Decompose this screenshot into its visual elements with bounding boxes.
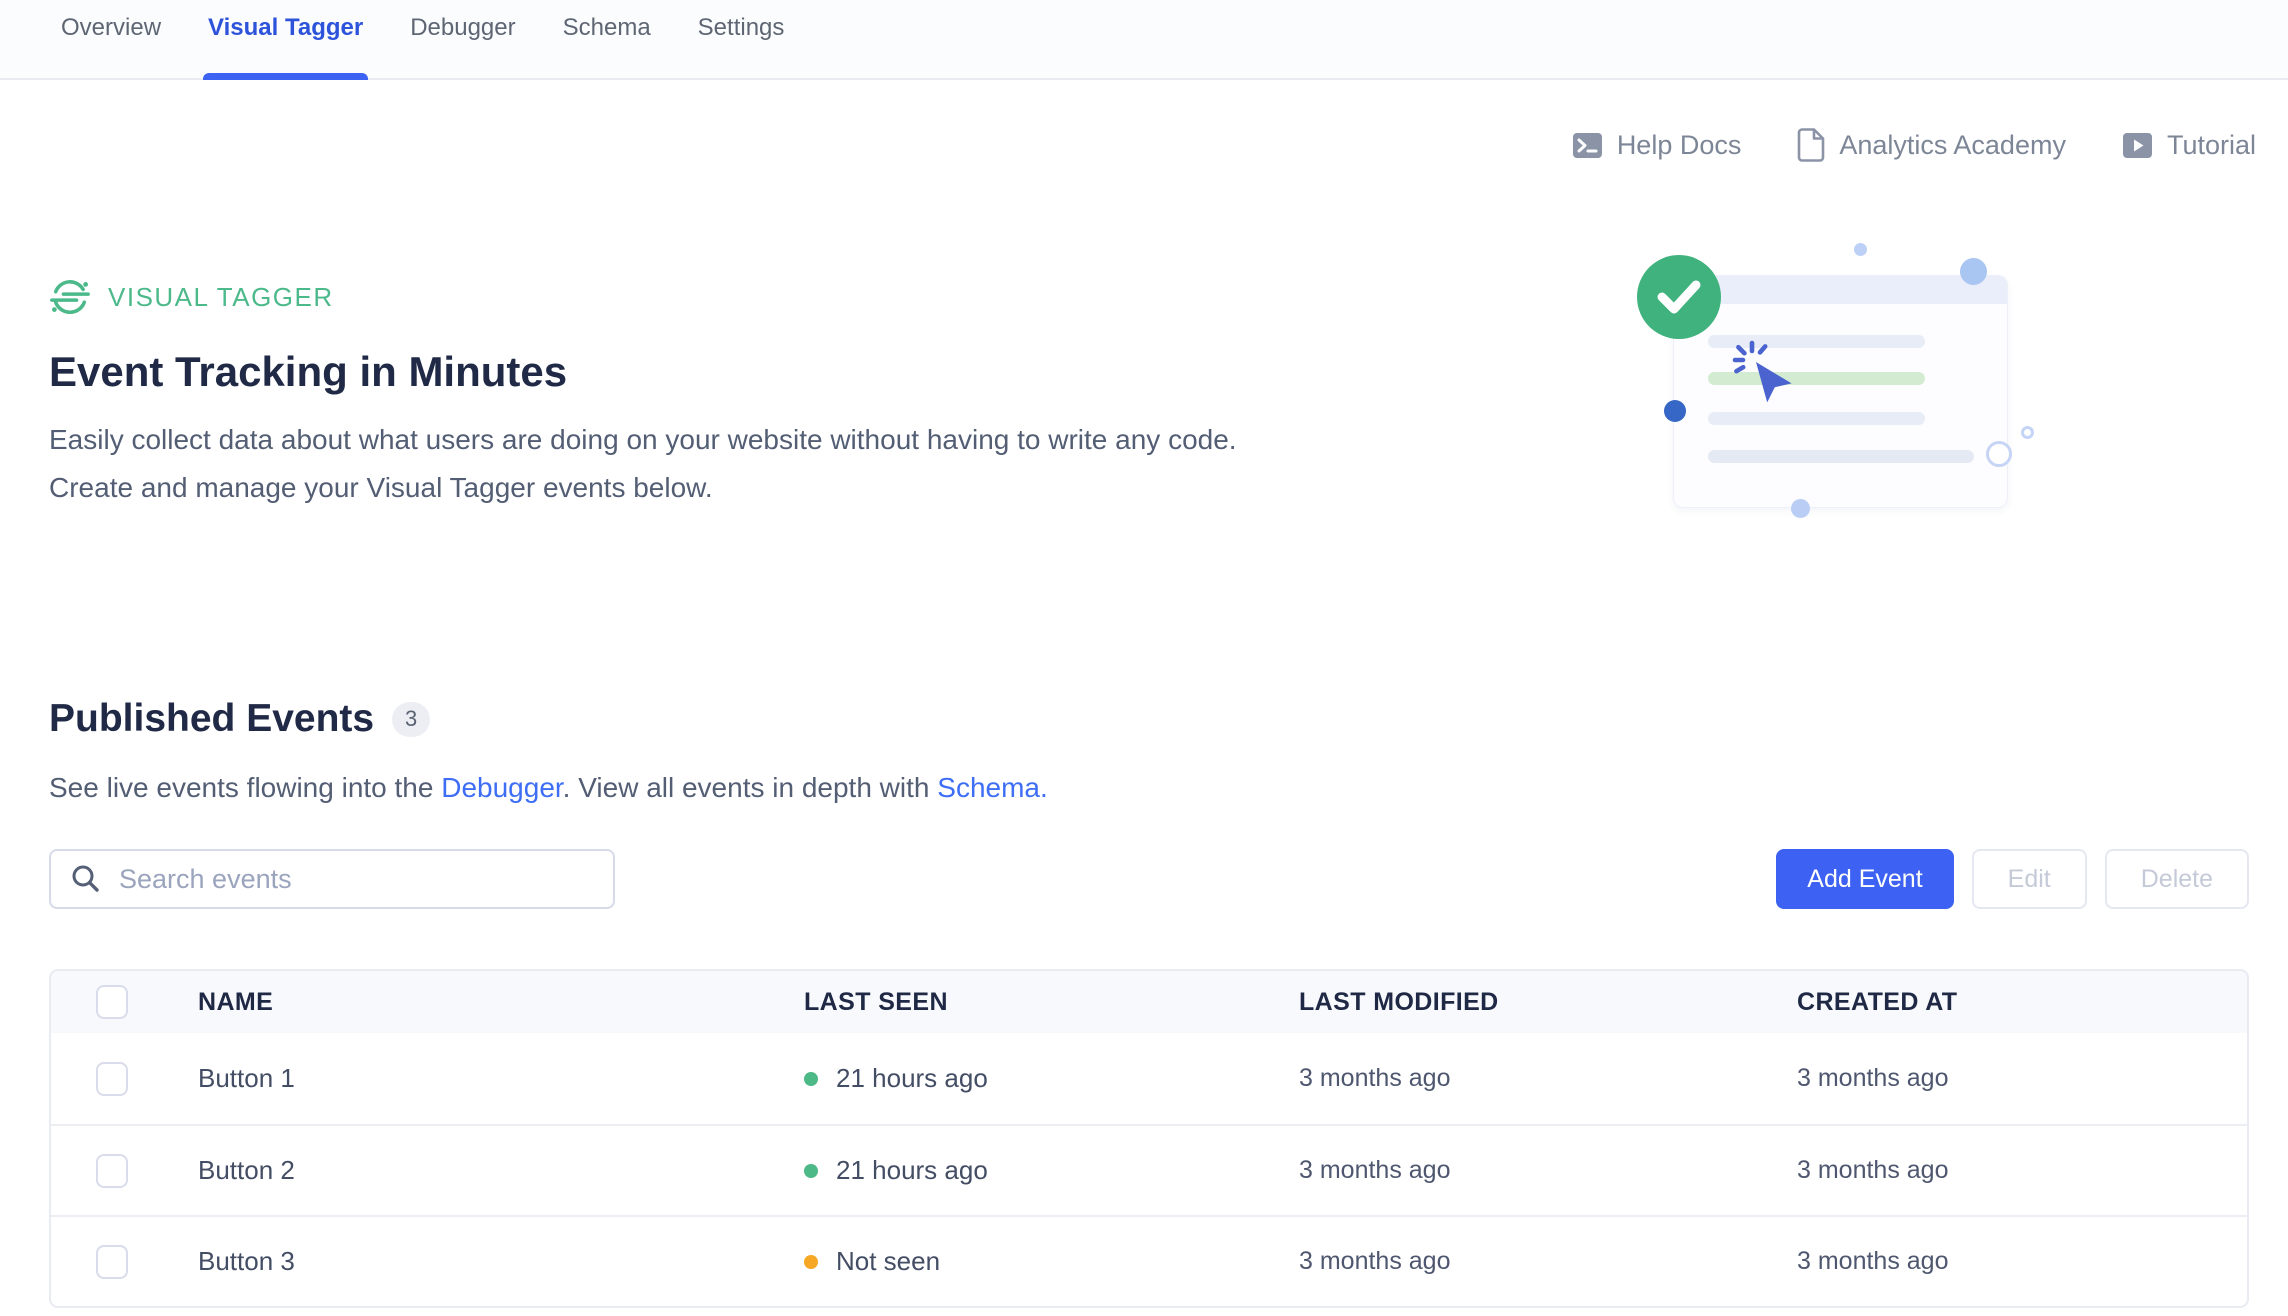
last-modified-value: 3 months ago [1299,1064,1797,1093]
search-box[interactable] [49,849,615,909]
delete-button[interactable]: Delete [2105,849,2249,909]
hero-description-line1: Easily collect data about what users are… [49,424,1237,456]
created-at-value: 3 months ago [1797,1156,2247,1185]
subtext-part2: . View all events in depth with [563,772,938,803]
published-events-table: NAME LAST SEEN LAST MODIFIED CREATED AT … [49,969,2249,1308]
document-icon [1797,128,1825,162]
tutorial-label: Tutorial [2167,130,2256,161]
status-dot [804,1164,818,1178]
status-dot [804,1255,818,1269]
help-docs-link[interactable]: Help Docs [1572,130,1742,161]
published-events-title: Published Events [49,697,374,741]
visual-tagger-eyebrow: VISUAL TAGGER [49,276,334,318]
row-checkbox-cell [51,1154,198,1188]
hero-illustration [1630,240,2070,540]
row-checkbox[interactable] [96,1062,128,1096]
illustration-card [1673,275,2008,508]
analytics-academy-label: Analytics Academy [1839,130,2066,161]
published-events-count-badge: 3 [392,702,430,737]
top-nav: Overview Visual Tagger Debugger Schema S… [0,0,2288,80]
table-row[interactable]: Button 1 21 hours ago 3 months ago 3 mon… [51,1033,2247,1124]
events-toolbar: Add Event Edit Delete [49,849,2249,909]
page-title: Event Tracking in Minutes [49,348,567,396]
last-seen-cell: 21 hours ago [804,1155,1299,1186]
status-dot [804,1072,818,1086]
check-circle-icon [1637,255,1721,339]
table-row[interactable]: Button 3 Not seen 3 months ago 3 months … [51,1215,2247,1306]
table-header-row: NAME LAST SEEN LAST MODIFIED CREATED AT [51,971,2247,1033]
column-header-last-modified: LAST MODIFIED [1299,988,1797,1017]
row-checkbox[interactable] [96,1245,128,1279]
illustration-dot [1791,499,1810,518]
segment-logo-icon [49,276,91,318]
cursor-click-icon [1726,338,1802,422]
event-name: Button 2 [198,1155,804,1186]
visual-tagger-page: Overview Visual Tagger Debugger Schema S… [0,0,2288,1316]
edit-button[interactable]: Edit [1972,849,2087,909]
last-modified-value: 3 months ago [1299,1247,1797,1276]
last-seen-value: 21 hours ago [836,1063,988,1094]
row-checkbox-cell [51,1245,198,1279]
video-play-icon [2122,130,2153,161]
published-events-subtext: See live events flowing into the Debugge… [49,772,1048,804]
last-seen-value: 21 hours ago [836,1155,988,1186]
select-all-cell [51,985,198,1019]
illustration-circle-outline [1986,441,2012,467]
column-header-created-at: CREATED AT [1797,988,2247,1017]
schema-link[interactable]: Schema. [937,772,1048,803]
debugger-link[interactable]: Debugger [441,772,562,803]
tab-overview[interactable]: Overview [61,0,161,78]
help-links-row: Help Docs Analytics Academy Tutorial [1572,128,2256,162]
table-row[interactable]: Button 2 21 hours ago 3 months ago 3 mon… [51,1124,2247,1215]
last-seen-cell: 21 hours ago [804,1063,1299,1094]
search-icon [69,862,103,896]
tab-settings[interactable]: Settings [698,0,785,78]
illustration-card-header [1674,276,2007,304]
column-header-name: NAME [198,988,804,1017]
last-seen-value: Not seen [836,1246,940,1277]
action-buttons: Add Event Edit Delete [1776,849,2249,909]
tab-visual-tagger[interactable]: Visual Tagger [208,0,363,78]
tab-debugger[interactable]: Debugger [410,0,515,78]
tab-schema[interactable]: Schema [563,0,651,78]
created-at-value: 3 months ago [1797,1064,2247,1093]
select-all-checkbox[interactable] [96,985,128,1019]
terminal-icon [1572,130,1603,161]
eyebrow-label: VISUAL TAGGER [108,282,334,313]
subtext-part1: See live events flowing into the [49,772,441,803]
help-docs-label: Help Docs [1617,130,1742,161]
tutorial-link[interactable]: Tutorial [2122,130,2256,161]
column-header-last-seen: LAST SEEN [804,988,1299,1017]
search-input[interactable] [119,864,595,895]
last-modified-value: 3 months ago [1299,1156,1797,1185]
row-checkbox-cell [51,1062,198,1096]
last-seen-cell: Not seen [804,1246,1299,1277]
illustration-dot [1664,400,1686,422]
analytics-academy-link[interactable]: Analytics Academy [1797,128,2066,162]
illustration-dot [1960,258,1987,285]
add-event-button[interactable]: Add Event [1776,849,1953,909]
hero-description-line2: Create and manage your Visual Tagger eve… [49,472,713,504]
event-name: Button 3 [198,1246,804,1277]
event-name: Button 1 [198,1063,804,1094]
illustration-small-ring [2021,426,2034,439]
row-checkbox[interactable] [96,1154,128,1188]
created-at-value: 3 months ago [1797,1247,2247,1276]
published-events-header: Published Events 3 [49,697,430,741]
illustration-text-line [1708,450,1974,463]
illustration-dot [1854,243,1867,256]
